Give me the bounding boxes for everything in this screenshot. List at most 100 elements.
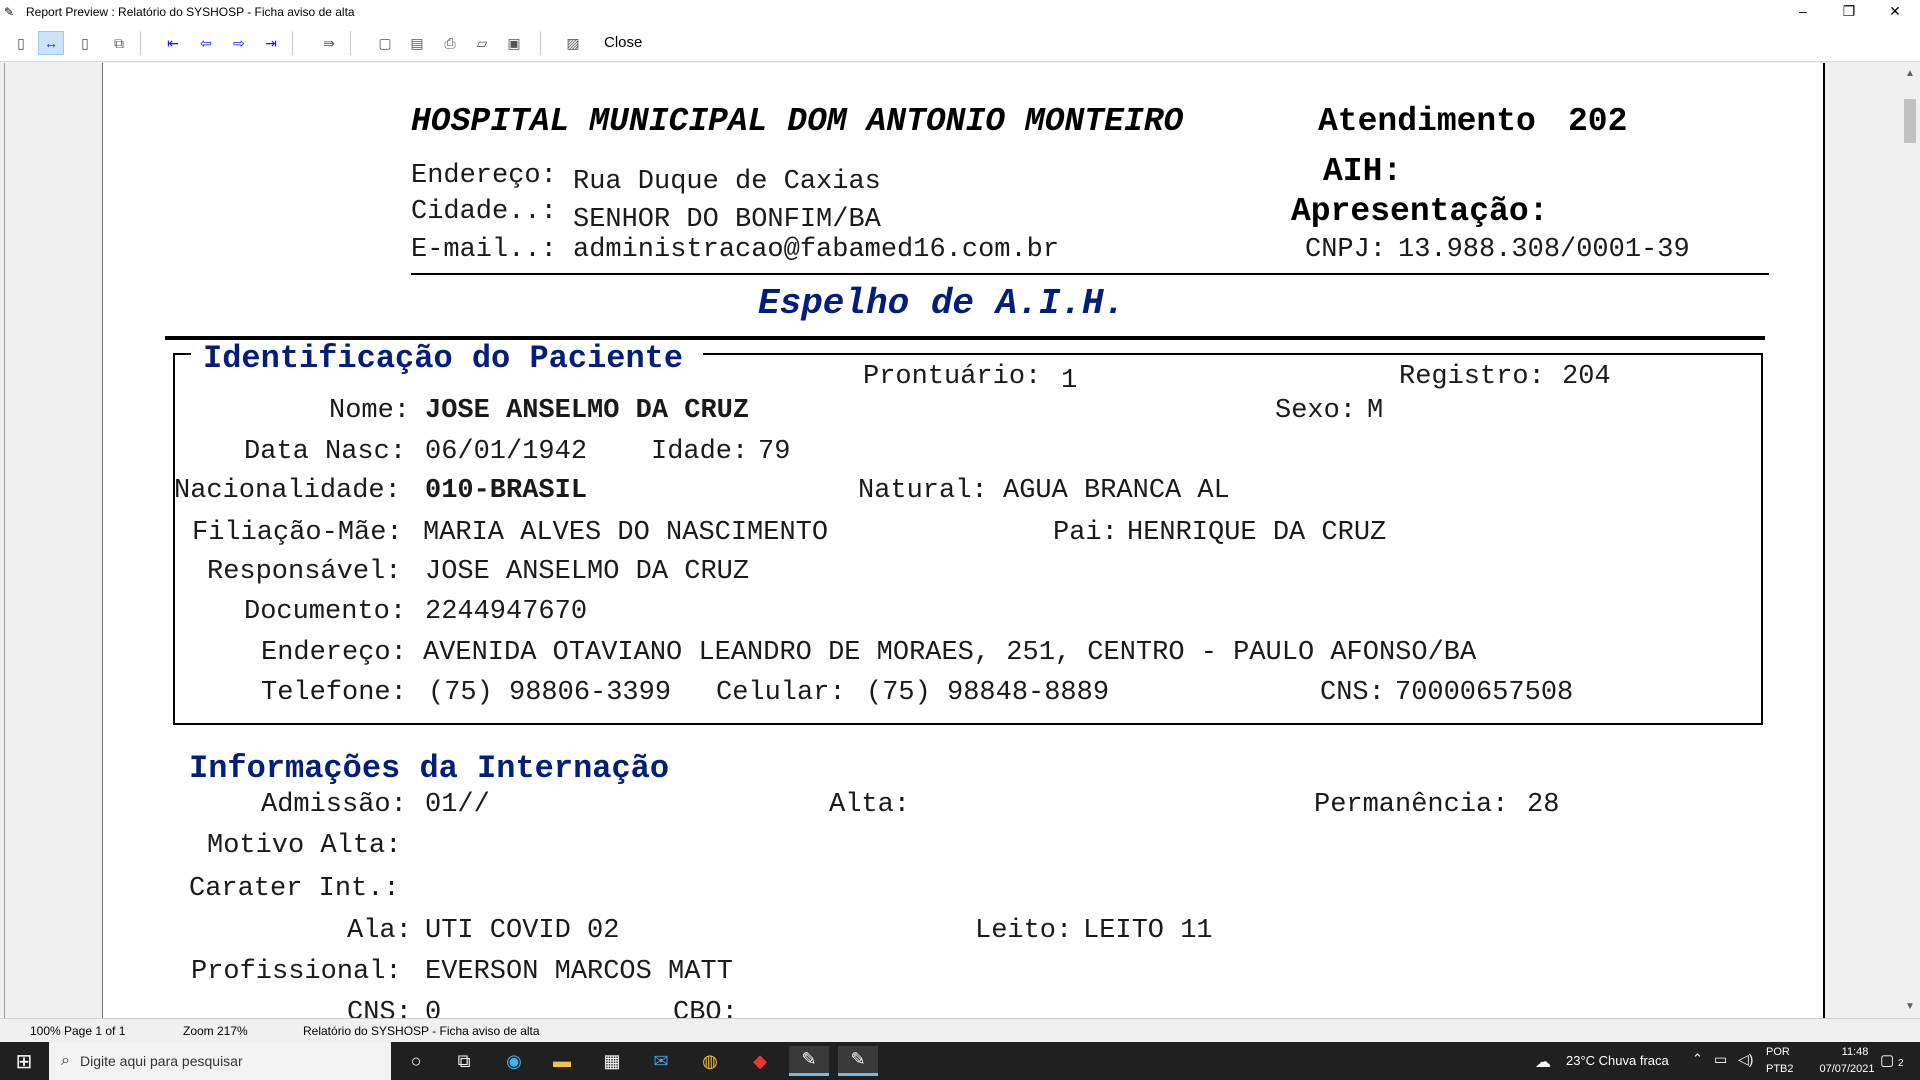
nome-value: JOSE ANSELMO DA CRUZ	[425, 396, 750, 426]
nome-label: Nome:	[329, 396, 411, 426]
syshosp-app-icon-2[interactable]: ✎	[838, 1046, 878, 1076]
patient-section-title: Identificação do Paciente	[191, 340, 704, 377]
lang-primary[interactable]: POR	[1766, 1046, 1790, 1058]
mae-value: MARIA ALVES DO NASCIMENTO	[423, 518, 829, 548]
nasc-label: Data Nasc:	[244, 437, 407, 467]
atendimento-value: 202	[1568, 103, 1628, 140]
notification-icon[interactable]: ▢	[1880, 1051, 1894, 1069]
registro-value: 204	[1562, 362, 1611, 392]
open-icon[interactable]: ▱	[469, 31, 495, 55]
window-titlebar: ✎ Report Preview : Relatório do SYSHOSP …	[0, 0, 1920, 23]
notification-count: 2	[1898, 1058, 1904, 1069]
admissao-value: 01//	[425, 790, 490, 820]
close-preview-button[interactable]: Close	[600, 31, 646, 55]
registro-label: Registro:	[1399, 362, 1545, 392]
documento-label: Documento:	[244, 597, 407, 627]
tray-chevron-icon[interactable]: ⌃	[1692, 1051, 1703, 1067]
chrome-icon[interactable]: ◍	[690, 1046, 730, 1076]
preview-viewport[interactable]: HOSPITAL MUNICIPAL DOM ANTONIO MONTEIRO …	[0, 63, 1920, 1018]
nasc-value: 06/01/1942	[425, 437, 588, 467]
cnpj-label: CNPJ:	[1305, 235, 1387, 265]
ala-value: UTI COVID 02	[425, 916, 620, 946]
task-view-icon[interactable]: ⧉	[444, 1046, 484, 1076]
scrollbar-thumb[interactable]	[1904, 99, 1916, 143]
internacao-cns-value: 0	[425, 998, 442, 1018]
internacao-section-title: Informações da Internação	[189, 750, 670, 787]
edge-icon[interactable]: ◉	[494, 1046, 534, 1076]
search-placeholder: Digite aqui para pesquisar	[79, 1053, 243, 1069]
responsavel-value: JOSE ANSELMO DA CRUZ	[425, 557, 750, 587]
lang-secondary[interactable]: PTB2	[1766, 1063, 1794, 1075]
full-page-icon[interactable]: ▯	[72, 31, 98, 55]
endereco-label: Endereço:	[411, 161, 557, 191]
minimize-button[interactable]: –	[1780, 0, 1826, 23]
file-explorer-icon[interactable]: ▬	[542, 1046, 582, 1076]
nacionalidade-label: Nacionalidade:	[174, 476, 401, 506]
vertical-scrollbar[interactable]: ▲ ▼	[1900, 63, 1920, 1018]
windows-taskbar: ⊞ ⌕ Digite aqui para pesquisar ○ ⧉ ◉ ▬ ▦…	[0, 1042, 1920, 1080]
documento-value: 2244947670	[425, 597, 588, 627]
help-icon[interactable]: ▨	[560, 31, 586, 55]
volume-icon[interactable]: ◁)	[1738, 1051, 1753, 1068]
paciente-endereco-value: AVENIDA OTAVIANO LEANDRO DE MORAES, 251,…	[423, 638, 1477, 668]
status-bar: 100% Page 1 of 1 Zoom 217% Relatório do …	[0, 1018, 1920, 1042]
toolbar-separator	[292, 31, 293, 55]
multi-page-icon[interactable]: ⧉	[106, 31, 132, 55]
search-icon: ⌕	[61, 1052, 70, 1069]
store-icon[interactable]: ▦	[592, 1046, 632, 1076]
start-windows-icon[interactable]: ⊞	[4, 1046, 44, 1076]
next-page-icon[interactable]: ⇨	[226, 31, 252, 55]
sexo-label: Sexo:	[1275, 396, 1357, 426]
printer-setup-icon[interactable]: ▤	[404, 31, 430, 55]
weather-text[interactable]: 23°C Chuva fraca	[1566, 1053, 1669, 1068]
page-setup-icon[interactable]: ▢	[372, 31, 398, 55]
permanencia-value: 28	[1527, 790, 1560, 820]
cnpj-value: 13.988.308/0001-39	[1398, 235, 1690, 265]
report-page: HOSPITAL MUNICIPAL DOM ANTONIO MONTEIRO …	[102, 63, 1825, 1018]
email-value: administracao@fabamed16.com.br	[573, 235, 1060, 265]
prev-page-icon[interactable]: ⇦	[193, 31, 219, 55]
telefone-label: Telefone:	[261, 678, 407, 708]
page-width-icon[interactable]: ↔	[38, 31, 64, 55]
atendimento-label: Atendimento	[1318, 103, 1536, 140]
save-icon[interactable]: ▣	[501, 31, 527, 55]
anydesk-icon[interactable]: ◆	[740, 1046, 780, 1076]
close-window-button[interactable]: ✕	[1872, 0, 1918, 23]
toolbar-separator	[540, 31, 541, 55]
scroll-down-icon[interactable]: ▼	[1900, 998, 1920, 1016]
email-label: E-mail..:	[411, 235, 557, 265]
toolbar-separator	[350, 31, 351, 55]
status-zoom: Zoom 217%	[183, 1024, 248, 1038]
paciente-cns-label: CNS:	[1320, 678, 1385, 708]
single-page-icon[interactable]: ▯	[8, 31, 34, 55]
syshosp-app-icon[interactable]: ✎	[789, 1046, 829, 1076]
celular-value: (75) 98848-8889	[866, 678, 1110, 708]
mae-label: Filiação-Mãe:	[192, 518, 403, 548]
leito-label: Leito:	[975, 916, 1073, 946]
hospital-name: HOSPITAL MUNICIPAL DOM ANTONIO MONTEIRO	[411, 103, 1184, 140]
idade-label: Idade:	[651, 437, 749, 467]
last-page-icon[interactable]: ⇥	[258, 31, 284, 55]
cidade-label: Cidade..:	[411, 197, 557, 227]
nacionalidade-value: 010-BRASIL	[425, 476, 588, 506]
network-icon[interactable]: ▭	[1714, 1051, 1727, 1068]
leito-value: LEITO 11	[1083, 916, 1213, 946]
scroll-up-icon[interactable]: ▲	[1900, 65, 1920, 83]
sexo-value: M	[1367, 396, 1384, 426]
natural-value: AGUA BRANCA AL	[1003, 476, 1230, 506]
taskbar-search[interactable]: ⌕ Digite aqui para pesquisar	[49, 1042, 391, 1080]
cbo-label: CBO:	[673, 998, 738, 1018]
prontuario-value: 1	[1061, 366, 1078, 396]
aih-label: AIH:	[1323, 153, 1403, 190]
restore-button[interactable]: ❐	[1826, 0, 1872, 23]
goto-page-icon[interactable]: ⇛	[316, 31, 342, 55]
permanencia-label: Permanência:	[1314, 790, 1509, 820]
alta-label: Alta:	[829, 790, 911, 820]
app-icon: ✎	[4, 4, 15, 19]
first-page-icon[interactable]: ⇤	[160, 31, 186, 55]
profissional-value: EVERSON MARCOS MATT	[425, 957, 733, 987]
mail-icon[interactable]: ✉	[641, 1046, 681, 1076]
admissao-label: Admissão:	[261, 790, 407, 820]
cortana-icon[interactable]: ○	[396, 1046, 436, 1076]
print-icon[interactable]: ⎙	[437, 31, 463, 55]
